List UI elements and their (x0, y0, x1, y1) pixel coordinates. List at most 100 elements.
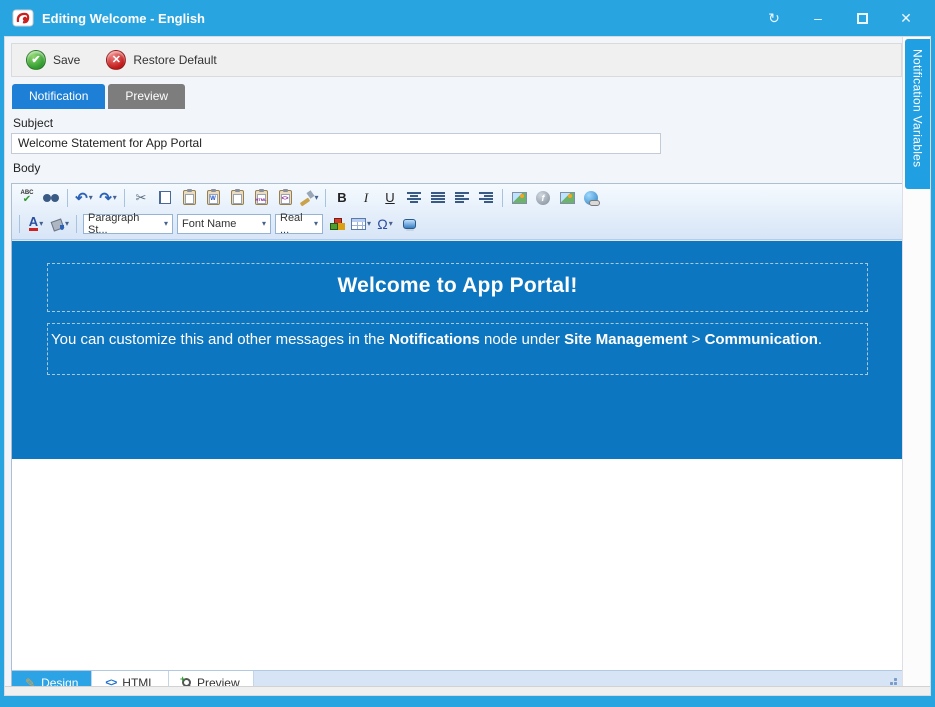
preview-monitor-icon[interactable] (398, 213, 420, 234)
save-button[interactable]: ✔ Save (26, 50, 80, 70)
window-title: Editing Welcome - English (42, 11, 745, 26)
rich-text-editor: ABC ✔ ↶▾ ↷▾ ✂ W HT (11, 183, 904, 695)
media-manager-icon[interactable] (556, 187, 578, 208)
page-glyph (233, 194, 242, 204)
font-name-value: Font Name (182, 218, 236, 230)
flash-manager-icon[interactable]: f (532, 187, 554, 208)
font-name-dropdown[interactable]: Font Name ▾ (177, 214, 271, 234)
dropdown-caret-icon: ▾ (262, 219, 266, 228)
find-icon[interactable] (40, 187, 62, 208)
insert-table-caret-icon[interactable]: ▾ (367, 219, 371, 228)
toolbar-separator (67, 189, 68, 207)
email-heading: Welcome to App Portal! (48, 274, 867, 298)
insert-symbol-icon[interactable]: Ω▾ (374, 213, 396, 234)
save-check-icon: ✔ (26, 50, 46, 70)
paste-as-html-icon[interactable]: HTML (250, 187, 272, 208)
brush-glyph (299, 191, 313, 205)
email-heading-block[interactable]: Welcome to App Portal! (47, 263, 868, 312)
monitor-glyph (403, 219, 416, 229)
scissors-glyph: ✂ (136, 190, 147, 206)
align-center-glyph (407, 192, 421, 203)
refresh-button[interactable]: ↻ (759, 6, 789, 30)
redo-icon: ↷ (99, 189, 112, 207)
background-color-caret-icon[interactable]: ▾ (65, 219, 69, 228)
paragraph-segment-bold: Communication (705, 331, 818, 348)
close-button[interactable]: ✕ (891, 6, 921, 30)
cut-icon[interactable]: ✂ (130, 187, 152, 208)
italic-icon[interactable]: I (355, 187, 377, 208)
email-paragraph-block[interactable]: You can customize this and other message… (47, 323, 868, 375)
restore-cross-icon: ✕ (106, 50, 126, 70)
globe-link-glyph (584, 191, 598, 205)
toolbar-separator (502, 189, 503, 207)
align-right-icon[interactable] (475, 187, 497, 208)
toolbar-separator (325, 189, 326, 207)
subject-label: Subject (13, 116, 902, 130)
restore-default-button[interactable]: ✕ Restore Default (106, 50, 216, 70)
subject-input[interactable] (11, 133, 661, 154)
right-gutter: Notification Variables (902, 37, 930, 695)
image-manager-icon[interactable] (508, 187, 530, 208)
command-toolbar: ✔ Save ✕ Restore Default (11, 43, 902, 77)
paste-html-icon[interactable]: <> (274, 187, 296, 208)
paragraph-segment-bold: Site Management (564, 331, 687, 348)
title-bar: Editing Welcome - English ↻ – ✕ (4, 0, 931, 36)
editor-toolbar: ABC ✔ ↶▾ ↷▾ ✂ W HT (12, 184, 903, 240)
copy-icon[interactable] (154, 187, 176, 208)
undo-button[interactable]: ↶▾ (73, 187, 95, 208)
font-color-glyph: A (29, 216, 38, 231)
paint-bucket-glyph (51, 218, 64, 230)
undo-caret-icon[interactable]: ▾ (89, 193, 93, 202)
notification-variables-tab[interactable]: Notification Variables (905, 39, 930, 189)
editor-canvas[interactable]: Welcome to App Portal! You can customize… (12, 240, 903, 670)
insert-symbol-caret-icon[interactable]: ▾ (389, 219, 393, 228)
font-size-dropdown[interactable]: Real ... ▾ (275, 214, 323, 234)
paste-from-word-icon[interactable]: W (202, 187, 224, 208)
justify-glyph (431, 192, 445, 203)
maximize-button[interactable] (847, 6, 877, 30)
format-stripper-caret-icon[interactable]: ▾ (314, 193, 318, 202)
paragraph-segment: > (687, 331, 704, 348)
minimize-button[interactable]: – (803, 6, 833, 30)
toolbar-separator (76, 215, 77, 233)
paste-plain-text-icon[interactable] (226, 187, 248, 208)
foreground-color-icon[interactable]: A▾ (25, 213, 47, 234)
underline-icon[interactable]: U (379, 187, 401, 208)
insert-table-icon[interactable]: ▾ (350, 213, 372, 234)
redo-caret-icon[interactable]: ▾ (113, 193, 117, 202)
foreground-color-caret-icon[interactable]: ▾ (39, 219, 43, 228)
align-left-icon[interactable] (451, 187, 473, 208)
picture-glyph (512, 192, 527, 204)
tab-notification[interactable]: Notification (12, 84, 105, 109)
hyperlink-manager-icon[interactable] (580, 187, 602, 208)
dropdown-caret-icon: ▾ (164, 219, 168, 228)
bold-icon[interactable]: B (331, 187, 353, 208)
table-glyph (351, 218, 366, 230)
redo-button[interactable]: ↷▾ (97, 187, 119, 208)
save-label: Save (53, 53, 80, 67)
paragraph-segment-bold: Notifications (389, 331, 480, 348)
paragraph-style-dropdown[interactable]: Paragraph St... ▾ (83, 214, 173, 234)
tab-preview[interactable]: Preview (108, 84, 185, 109)
format-stripper-icon[interactable]: ▾ (298, 187, 320, 208)
clipboard-glyph (183, 190, 196, 205)
binoculars-glyph (43, 193, 59, 203)
email-body[interactable]: Welcome to App Portal! You can customize… (12, 241, 903, 459)
check-text: ✔ (23, 195, 31, 205)
copy-glyph (159, 191, 171, 204)
body-label: Body (13, 161, 902, 175)
maximize-icon (857, 13, 868, 24)
background-color-icon[interactable]: ▾ (49, 213, 71, 234)
code-glyph: <> (281, 194, 290, 204)
html-glyph: HTML (257, 194, 266, 204)
spellcheck-icon[interactable]: ABC ✔ (16, 187, 38, 208)
paste-icon[interactable] (178, 187, 200, 208)
clipboard-glyph: W (207, 190, 220, 205)
align-center-icon[interactable] (403, 187, 425, 208)
spellcheck-glyph: ABC ✔ (21, 190, 34, 205)
dropdown-caret-icon: ▾ (314, 219, 318, 228)
insert-snippet-icon[interactable] (326, 213, 348, 234)
justify-icon[interactable] (427, 187, 449, 208)
main-column: ✔ Save ✕ Restore Default Notification Pr… (5, 37, 902, 695)
bold-glyph: B (337, 190, 346, 205)
